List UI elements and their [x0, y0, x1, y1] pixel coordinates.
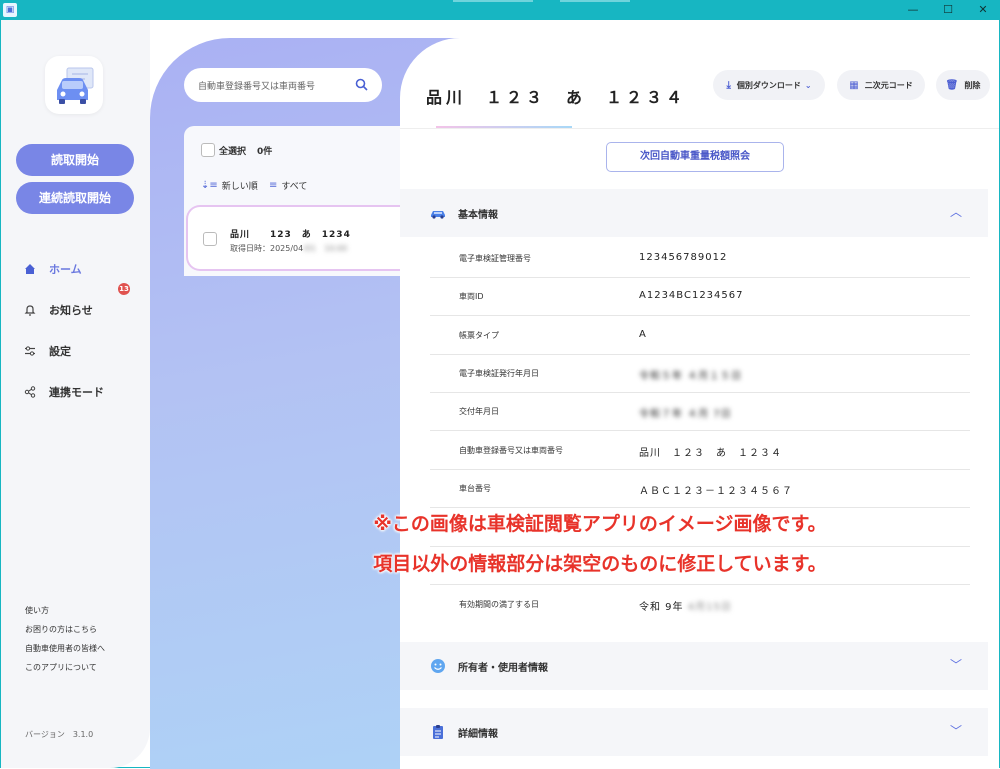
search-icon[interactable]	[355, 78, 368, 91]
weight-tax-inquiry-button[interactable]: 次回自動車重量税額照会	[606, 142, 784, 172]
chevron-down-icon: ⌄	[804, 80, 812, 90]
filter-icon: ≡	[269, 180, 278, 191]
list-item[interactable]: 品川 123 あ 1234 取得日時：2025/04/01 10:00	[186, 205, 400, 271]
record-plate: 品川 123 あ 1234	[230, 230, 351, 240]
sidebar-item-home[interactable]: ホーム	[23, 259, 82, 279]
sidebar-item-label: ホーム	[49, 263, 82, 276]
trash-icon: 🗑	[945, 79, 959, 91]
chevron-up-icon[interactable]: ︿	[950, 203, 962, 220]
sort-descending-icon: ⇣≡	[201, 180, 218, 191]
download-icon: ⤓	[726, 79, 731, 91]
select-all-checkbox[interactable]	[201, 143, 215, 157]
link-help[interactable]: お困りの方はこちら	[25, 624, 97, 635]
link-about-app[interactable]: このアプリについて	[25, 662, 97, 673]
titlebar-accent-line	[560, 0, 630, 2]
window-titlebar: ▣ — ☐ ✕	[0, 0, 1000, 20]
section-title: 詳細情報	[458, 729, 498, 740]
sidebar-item-label: 連携モード	[49, 386, 104, 399]
bell-icon	[23, 303, 37, 317]
start-reading-button[interactable]: 読取開始	[16, 144, 134, 176]
smiley-icon	[431, 659, 445, 673]
filter-dropdown[interactable]: ≡ すべて	[269, 179, 307, 192]
car-icon	[431, 211, 445, 219]
sidebar-item-settings[interactable]: 設定	[23, 341, 71, 361]
sidebar-item-label: お知らせ	[49, 304, 93, 317]
notice-line-1: ※この画像は車検証閲覧アプリのイメージ画像です。	[373, 513, 827, 535]
settings-sliders-icon	[23, 344, 37, 358]
app-version: バージョン 3.1.0	[25, 730, 94, 739]
clipboard-icon	[433, 725, 443, 739]
search-input[interactable]: 自動車登録番号又は車両番号	[198, 79, 315, 92]
section-title: 基本情報	[458, 210, 498, 221]
sidebar-item-label: 設定	[49, 345, 71, 358]
page-title: 品川 １２３ あ １２３４	[426, 88, 687, 107]
info-row: 車台番号 ＡＢＣ１２３－１２３４５６７	[430, 469, 970, 508]
app-icon: ▣	[3, 3, 17, 17]
share-icon	[23, 385, 37, 399]
search-box[interactable]: 自動車登録番号又は車両番号	[184, 68, 382, 102]
qr-code-button[interactable]: ▦ 二次元コード	[837, 70, 925, 100]
section-title: 所有者・使用者情報	[458, 663, 548, 674]
download-button[interactable]: ⤓ 個別ダウンロード ⌄	[713, 70, 825, 100]
maximize-button[interactable]: ☐	[931, 0, 965, 20]
chevron-down-icon[interactable]: ﹀	[950, 722, 962, 739]
notification-count-badge: 13	[118, 283, 130, 295]
delete-button[interactable]: 🗑 削除	[936, 70, 990, 100]
app-logo	[45, 56, 103, 114]
info-row: 自動車登録番号又は車両番号 品川 １２３ あ １２３４	[430, 431, 970, 470]
sidebar-item-link-mode[interactable]: 連携モード	[23, 382, 104, 402]
section-owner-info[interactable]: 所有者・使用者情報 ﹀	[400, 642, 988, 690]
record-checkbox[interactable]	[203, 232, 217, 246]
record-timestamp: 取得日時：2025/04/01 10:00	[230, 244, 348, 253]
titlebar-accent-line	[453, 0, 533, 2]
info-row: 車両ID A1234BC1234567	[430, 277, 970, 316]
link-how-to-use[interactable]: 使い方	[25, 605, 49, 616]
car-document-icon	[57, 67, 94, 104]
sidebar-item-notifications[interactable]: お知らせ	[23, 300, 93, 320]
info-row: 電子車検証管理番号 123456789012	[430, 239, 970, 278]
qr-code-icon: ▦	[849, 79, 859, 91]
sort-label: 新しい順	[221, 182, 258, 192]
home-icon	[23, 262, 37, 276]
sidebar: 読取開始 連続読取開始 ホーム お知らせ 設定 連携モード	[1, 20, 150, 768]
select-all-label: 全選択	[219, 147, 247, 157]
info-row: 帳票タイプ A	[430, 316, 970, 355]
link-for-vehicle-users[interactable]: 自動車使用者の皆様へ	[25, 643, 105, 654]
minimize-button[interactable]: —	[896, 0, 930, 20]
notice-line-2: 項目以外の情報部分は架空のものに修正しています。	[373, 553, 827, 575]
header-divider	[400, 128, 999, 129]
sort-dropdown[interactable]: ⇣≡ 新しい順	[201, 179, 258, 192]
info-row: 交付年月日 令和７年 ４月 7日	[430, 392, 970, 431]
info-row: 有効期間の満了する日 令和 9年 4月15日	[459, 600, 732, 613]
chevron-down-icon[interactable]: ﹀	[950, 656, 962, 673]
close-button[interactable]: ✕	[966, 0, 1000, 20]
info-row: 電子車検証発行年月日 令和５年 ４月１５日	[430, 354, 970, 393]
section-basic-info[interactable]: 基本情報 ︿	[400, 189, 988, 237]
filter-label: すべて	[281, 182, 308, 192]
selected-count: 0件	[257, 147, 273, 157]
continuous-reading-button[interactable]: 連続読取開始	[16, 182, 134, 214]
section-details[interactable]: 詳細情報 ﹀	[400, 708, 988, 756]
